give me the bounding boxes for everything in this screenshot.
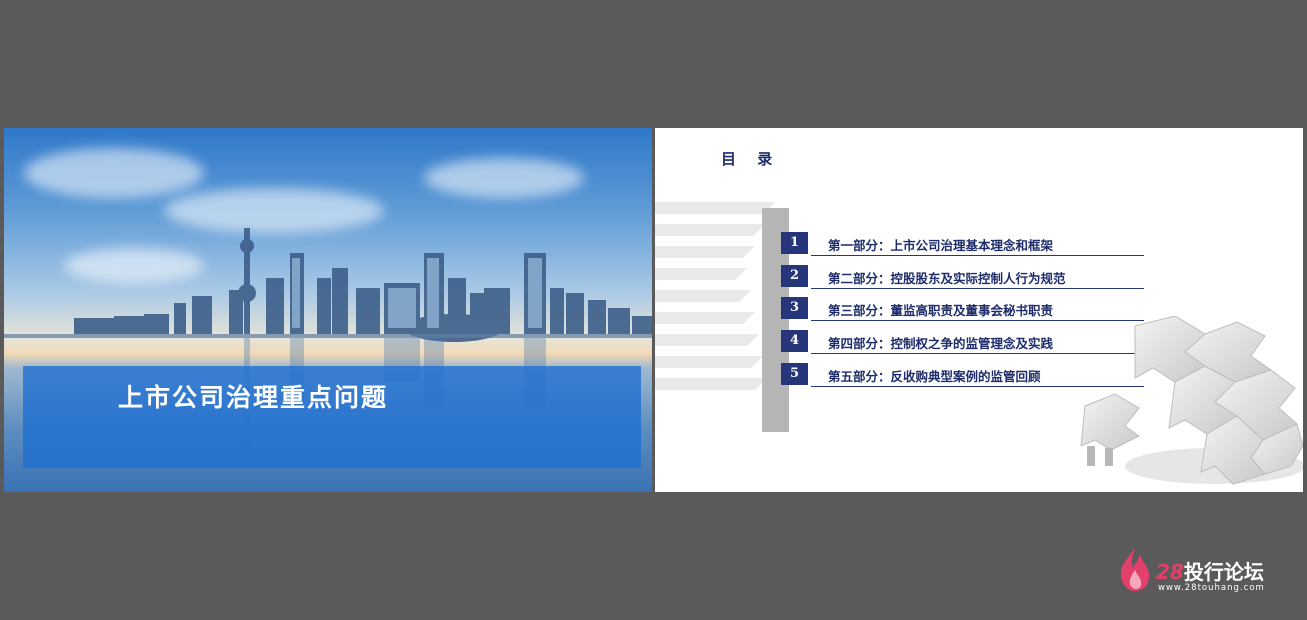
toc-item-label: 第二部分：控股股东及实际控制人行为规范 xyxy=(828,271,1066,286)
brand-name: 28投行论坛 xyxy=(1156,556,1264,585)
brand-watermark: 28投行论坛 www.28touhang.com xyxy=(1112,546,1302,598)
toc-item-1[interactable]: 1 第一部分：上市公司治理基本理念和框架 xyxy=(781,232,1145,256)
toc-item-underline xyxy=(811,255,1144,256)
toc-item-number: 4 xyxy=(781,330,808,352)
toc-item-number: 2 xyxy=(781,265,808,287)
toc-item-underline xyxy=(811,288,1144,289)
toc-item-number: 3 xyxy=(781,297,808,319)
brand-number: 28 xyxy=(1156,560,1184,584)
brand-url: www.28touhang.com xyxy=(1158,583,1265,593)
toc-slide: 目 录 1 第一部分：上市公司治理基本理念和框架 2 第二部分：控股股东及实际控… xyxy=(655,128,1303,492)
toc-heading: 目 录 xyxy=(721,150,781,168)
flame-logo-icon xyxy=(1120,548,1150,591)
toc-item-2[interactable]: 2 第二部分：控股股东及实际控制人行为规范 xyxy=(781,265,1145,289)
toc-item-label: 第三部分：董监高职责及董事会秘书职责 xyxy=(828,303,1054,318)
cover-slide: 上市公司治理重点问题 xyxy=(4,128,652,492)
puzzle-pieces-image xyxy=(1080,316,1303,485)
toc-item-label: 第一部分：上市公司治理基本理念和框架 xyxy=(828,238,1054,253)
cover-title: 上市公司治理重点问题 xyxy=(117,383,388,412)
toc-item-label: 第四部分：控制权之争的监管理念及实践 xyxy=(828,336,1054,351)
brand-text: 投行论坛 xyxy=(1183,560,1264,584)
toc-item-label: 第五部分：反收购典型案例的监管回顾 xyxy=(828,369,1041,384)
toc-item-number: 1 xyxy=(781,232,808,254)
cover-title-band: 上市公司治理重点问题 xyxy=(23,366,641,468)
toc-item-number: 5 xyxy=(781,363,808,385)
